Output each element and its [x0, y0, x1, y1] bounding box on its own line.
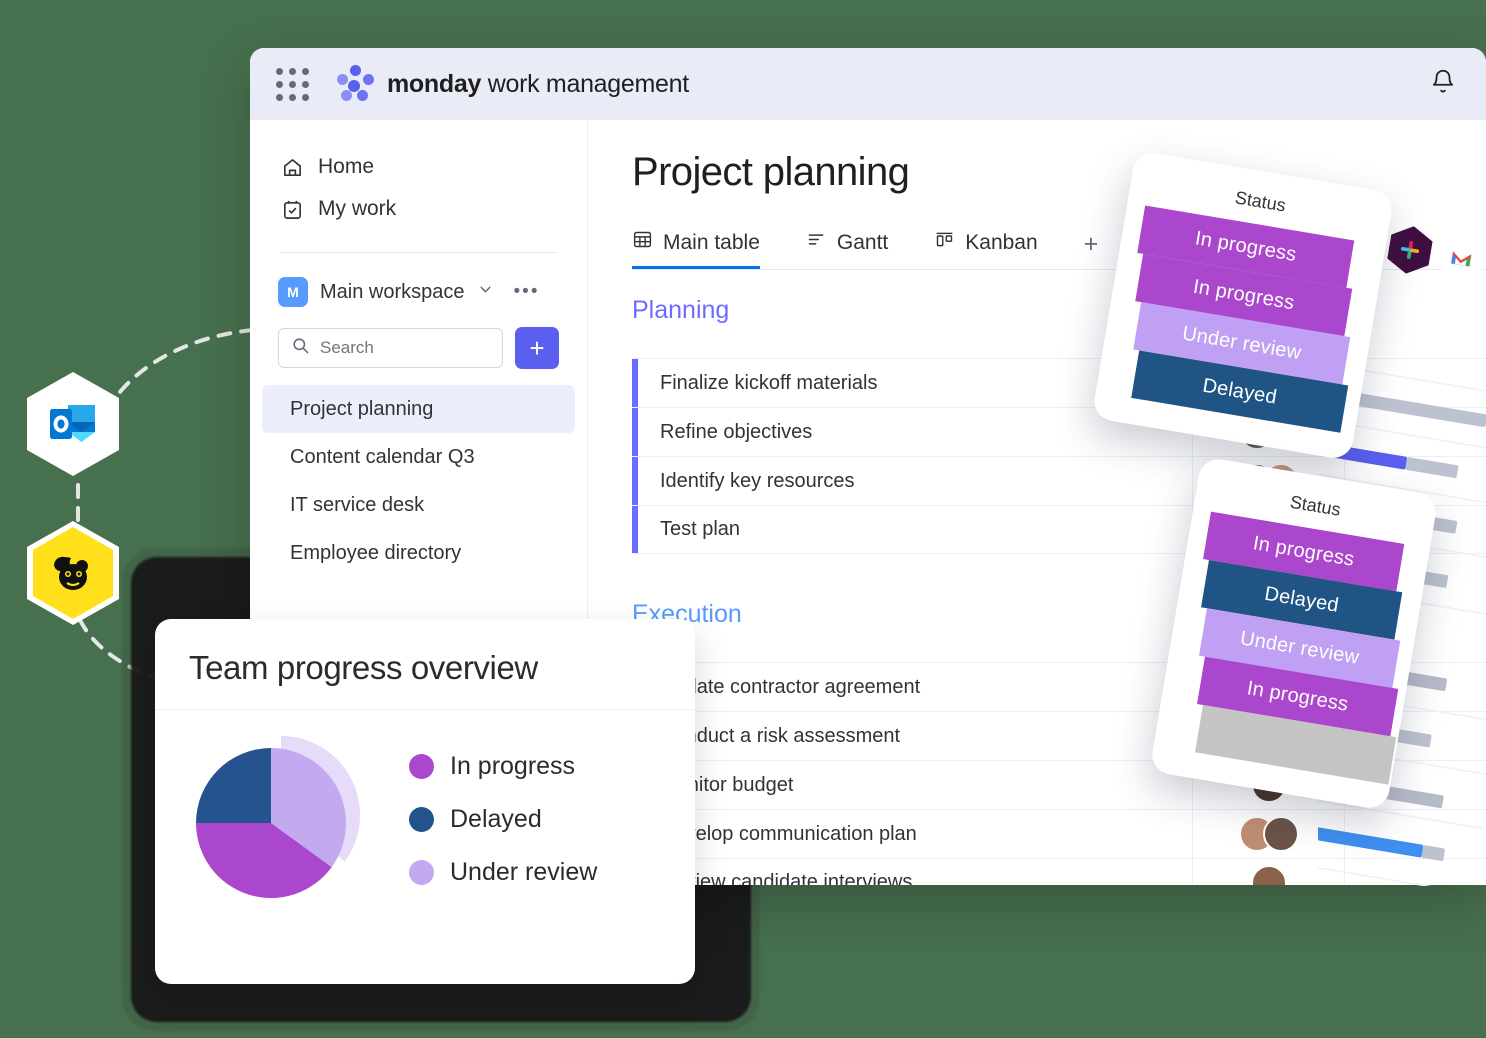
legend-dot-in-progress: [409, 753, 434, 779]
legend-label: Delayed: [450, 804, 542, 833]
sidebar-board-project-planning[interactable]: Project planning: [262, 385, 575, 433]
row-title: Test plan: [660, 518, 741, 540]
tab-label: Gantt: [836, 230, 889, 254]
app-topbar: monday work management: [250, 48, 1486, 120]
row-title: Conduct a risk assessment: [660, 724, 901, 747]
table-grid-icon: [632, 229, 653, 256]
workspace-name: Main workspace: [320, 280, 465, 303]
chart-card-body: In progress Delayed Under review: [155, 710, 695, 910]
group-accent: [632, 506, 638, 553]
tab-label: Main table: [663, 230, 760, 254]
pie-chart: [193, 728, 365, 910]
more-options-icon[interactable]: •••: [514, 282, 540, 301]
group-accent: [632, 359, 638, 407]
add-board-button[interactable]: +: [515, 327, 559, 369]
integration-badge-outlook[interactable]: [27, 372, 119, 476]
legend-dot-under-review: [409, 859, 434, 885]
row-title: Update contractor agreement: [660, 675, 921, 698]
monday-logo-icon: [335, 65, 374, 103]
legend-dot-delayed: [409, 806, 434, 832]
tab-kanban[interactable]: Kanban: [934, 229, 1038, 269]
sidebar-divider: [280, 252, 557, 253]
tab-main-table[interactable]: Main table: [632, 229, 760, 269]
gantt-lines-icon: [806, 229, 827, 256]
search-icon: [291, 336, 310, 360]
status-overlay-card-1: Status In progress In progress Under rev…: [1091, 150, 1395, 461]
kanban-columns-icon: [934, 229, 955, 256]
board-label: IT service desk: [290, 493, 425, 516]
workspace-selector[interactable]: M Main workspace •••: [250, 275, 587, 309]
team-progress-card: Team progress overview In progress Delay…: [155, 619, 695, 984]
add-view-button[interactable]: +: [1084, 230, 1099, 269]
chart-card-title: Team progress overview: [155, 619, 695, 710]
board-label: Content calendar Q3: [290, 445, 475, 468]
screenshot-stage: monday work management Home My work M Ma…: [0, 0, 1486, 1038]
avatar: [1262, 816, 1299, 852]
group-accent: [632, 408, 638, 456]
integration-badge-mailchimp[interactable]: [27, 521, 119, 625]
row-title: Identify key resources: [660, 469, 855, 492]
legend-label: Under review: [450, 857, 598, 886]
avatar: [1250, 864, 1287, 885]
search-row: +: [250, 309, 587, 369]
legend-item: Under review: [409, 858, 597, 887]
search-box[interactable]: [278, 328, 503, 368]
apps-grid-icon[interactable]: [276, 67, 309, 101]
sidebar-item-my-work[interactable]: My work: [250, 188, 587, 230]
row-title: Monitor budget: [660, 773, 794, 796]
row-title: Develop communication plan: [660, 822, 917, 845]
chart-legend: In progress Delayed Under review: [409, 752, 597, 887]
tab-gantt[interactable]: Gantt: [806, 229, 888, 269]
brand-name: monday: [387, 69, 482, 98]
legend-item: Delayed: [409, 805, 597, 834]
sidebar-board-it-service-desk[interactable]: IT service desk: [262, 481, 575, 529]
row-title: Review candidate interviews: [660, 871, 913, 885]
board-label: Project planning: [290, 397, 434, 420]
sidebar-item-label: Home: [318, 155, 375, 178]
sidebar-board-employee-directory[interactable]: Employee directory: [262, 529, 575, 577]
bell-icon[interactable]: [1430, 68, 1456, 101]
board-label: Employee directory: [290, 541, 462, 564]
board-list: Project planning Content calendar Q3 IT …: [250, 385, 587, 577]
group-accent: [632, 457, 638, 505]
brand-title: monday work management: [387, 70, 689, 99]
legend-item: In progress: [409, 752, 597, 781]
chevron-down-icon[interactable]: [477, 281, 494, 303]
search-input[interactable]: [320, 338, 490, 358]
home-icon: [280, 155, 304, 179]
mailchimp-icon: [54, 556, 88, 590]
sidebar-item-label: My work: [318, 197, 397, 220]
sidebar-board-content-calendar[interactable]: Content calendar Q3: [262, 433, 575, 481]
sidebar-item-home[interactable]: Home: [250, 146, 587, 188]
pie-svg: [196, 736, 360, 898]
my-work-calendar-check-icon: [280, 197, 304, 221]
gmail-icon[interactable]: [1437, 231, 1486, 285]
outlook-icon: [50, 405, 95, 442]
row-title: Refine objectives: [660, 420, 813, 443]
tab-label: Kanban: [965, 230, 1038, 254]
slack-icon[interactable]: [1385, 223, 1434, 277]
workspace-avatar: M: [278, 277, 308, 307]
legend-label: In progress: [450, 751, 576, 780]
pie-slice-delayed: [196, 748, 271, 823]
brand-suffix: work management: [481, 69, 689, 98]
